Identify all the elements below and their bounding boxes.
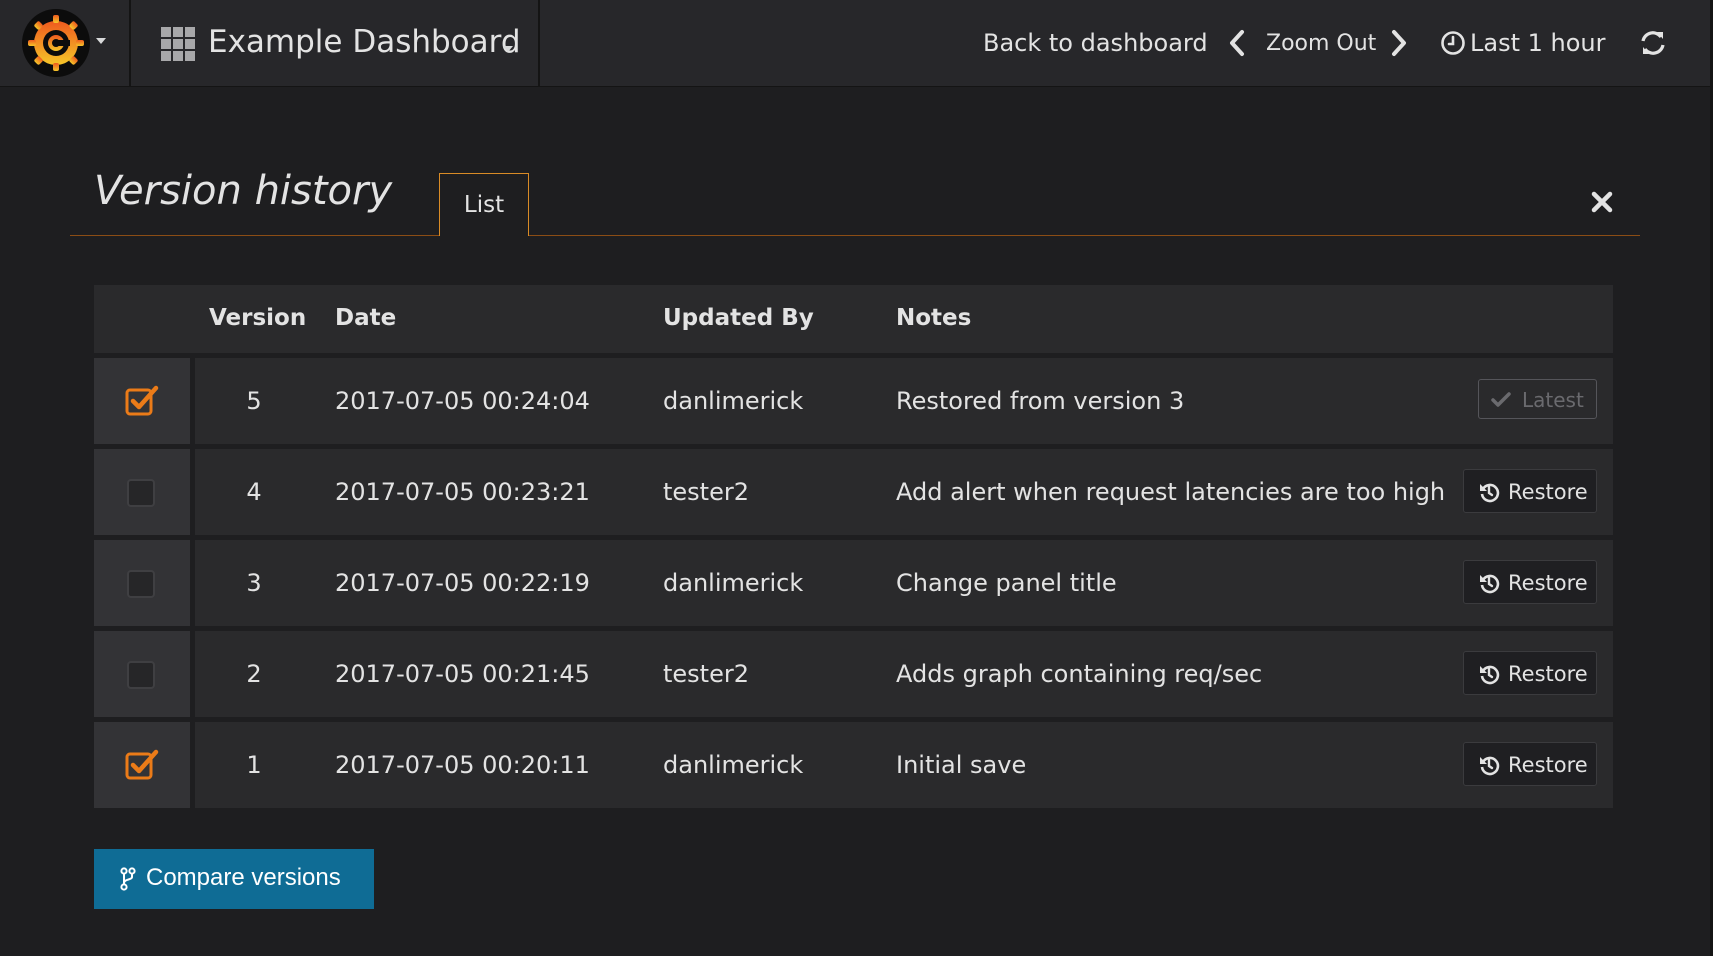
version-checkbox[interactable]	[125, 749, 159, 780]
clock-icon[interactable]	[1440, 30, 1466, 56]
top-navbar: Example Dashboard Back to dashboard Zoom…	[0, 0, 1713, 87]
caret-down-icon[interactable]	[503, 46, 513, 52]
dashboard-picker[interactable]: Example Dashboard	[131, 0, 540, 87]
version-date: 2017-07-05 00:24:04	[335, 387, 590, 415]
version-checkbox[interactable]	[127, 479, 155, 507]
refresh-icon[interactable]	[1638, 28, 1668, 58]
time-range-picker[interactable]: Last 1 hour	[1470, 29, 1606, 57]
checkbox-cell	[94, 358, 190, 444]
version-notes: Restored from version 3	[896, 387, 1185, 415]
header-notes: Notes	[896, 305, 972, 331]
checkbox-cell	[94, 722, 190, 808]
restore-label: Restore	[1508, 571, 1588, 595]
table-row: 3 2017-07-05 00:22:19 danlimerick Change…	[94, 540, 1613, 626]
version-author: danlimerick	[663, 387, 804, 415]
table-header: Version Date Updated By Notes	[94, 285, 1613, 353]
compare-versions-button[interactable]: Compare versions	[94, 849, 374, 909]
version-number: 2	[246, 660, 262, 688]
code-fork-icon	[120, 867, 136, 891]
version-checkbox[interactable]	[125, 385, 159, 416]
header-date: Date	[335, 305, 397, 331]
table-row: 4 2017-07-05 00:23:21 tester2 Add alert …	[94, 449, 1613, 535]
version-notes: Initial save	[896, 751, 1027, 779]
chevron-right-icon[interactable]	[1388, 28, 1410, 58]
checkbox-checked-icon	[125, 385, 159, 416]
caret-down-icon[interactable]	[96, 38, 106, 44]
compare-versions-label: Compare versions	[146, 864, 341, 891]
version-number: 5	[246, 387, 262, 415]
version-notes: Change panel title	[896, 569, 1117, 597]
checkbox-cell	[94, 449, 190, 535]
version-author: tester2	[663, 660, 749, 688]
checkbox-checked-icon	[125, 749, 159, 780]
table-row: 1 2017-07-05 00:20:11 danlimerick Initia…	[94, 722, 1613, 808]
restore-button[interactable]: Restore	[1463, 651, 1597, 695]
latest-badge: Latest	[1478, 379, 1597, 419]
logo-menu[interactable]	[0, 0, 131, 87]
header-version: Version	[209, 305, 307, 331]
restore-label: Restore	[1508, 753, 1588, 777]
checkbox-cell	[94, 540, 190, 626]
version-number: 1	[246, 751, 262, 779]
grid-icon	[161, 27, 197, 61]
history-icon	[1480, 483, 1500, 503]
back-to-dashboard-link[interactable]: Back to dashboard	[983, 29, 1208, 57]
version-author: tester2	[663, 478, 749, 506]
version-checkbox[interactable]	[127, 570, 155, 598]
version-number: 3	[246, 569, 262, 597]
dashboard-title[interactable]: Example Dashboard	[208, 24, 521, 60]
version-notes: Add alert when request latencies are too…	[896, 478, 1446, 506]
version-number: 4	[246, 478, 262, 506]
latest-label: Latest	[1522, 388, 1584, 412]
grafana-logo-icon[interactable]	[22, 9, 90, 77]
checkbox-cell	[94, 631, 190, 717]
table-row: 5 2017-07-05 00:24:04 danlimerick Restor…	[94, 358, 1613, 444]
page-title: Version history	[94, 168, 393, 214]
close-icon[interactable]	[1590, 190, 1614, 214]
restore-button[interactable]: Restore	[1463, 469, 1597, 513]
version-author: danlimerick	[663, 751, 804, 779]
restore-label: Restore	[1508, 662, 1588, 686]
header-updated-by: Updated By	[663, 305, 814, 331]
version-author: danlimerick	[663, 569, 804, 597]
zoom-out-button[interactable]: Zoom Out	[1266, 31, 1376, 56]
check-icon	[1491, 392, 1511, 407]
restore-label: Restore	[1508, 480, 1588, 504]
chevron-left-icon[interactable]	[1226, 28, 1248, 58]
history-icon	[1480, 665, 1500, 685]
version-date: 2017-07-05 00:20:11	[335, 751, 590, 779]
history-icon	[1480, 756, 1500, 776]
history-icon	[1480, 574, 1500, 594]
tab-list[interactable]: List	[439, 173, 529, 236]
table-row: 2 2017-07-05 00:21:45 tester2 Adds graph…	[94, 631, 1613, 717]
version-notes: Adds graph containing req/sec	[896, 660, 1263, 688]
version-date: 2017-07-05 00:21:45	[335, 660, 590, 688]
version-table: Version Date Updated By Notes 5 2017-07-…	[94, 285, 1613, 808]
tabs-divider	[70, 235, 1640, 236]
version-date: 2017-07-05 00:23:21	[335, 478, 590, 506]
restore-button[interactable]: Restore	[1463, 742, 1597, 786]
version-checkbox[interactable]	[127, 661, 155, 689]
restore-button[interactable]: Restore	[1463, 560, 1597, 604]
version-date: 2017-07-05 00:22:19	[335, 569, 590, 597]
